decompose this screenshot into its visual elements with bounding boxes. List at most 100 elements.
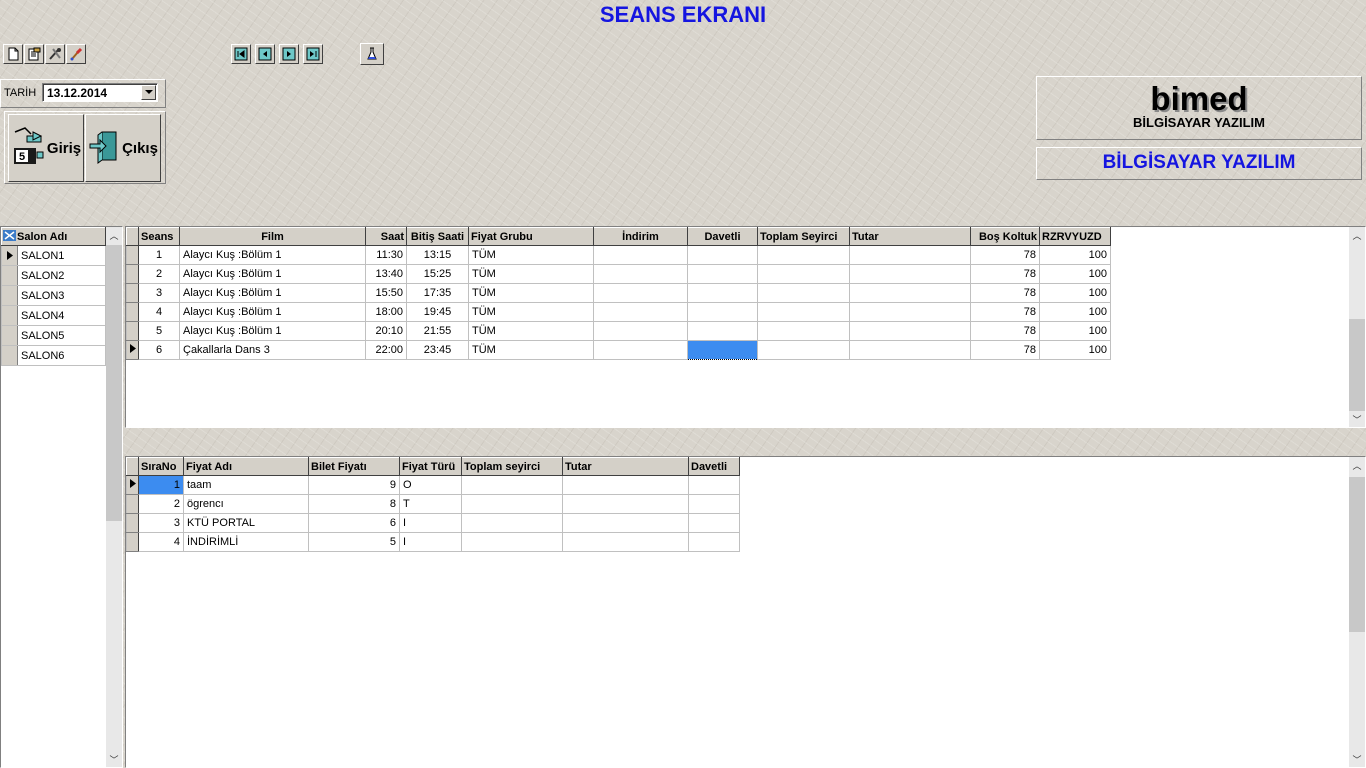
prices-column-header[interactable]: Fiyat Türü [399, 457, 462, 476]
row-indicator[interactable] [126, 283, 139, 303]
sessions-cell[interactable]: 2 [138, 264, 180, 284]
chevron-down-icon[interactable] [141, 85, 156, 100]
table-row[interactable]: 1 Alaycı Kuş :Bölüm 1 11:30 13:15 TÜM 78 100 [126, 245, 1111, 265]
prices-cell[interactable]: I [399, 532, 462, 552]
sessions-cell[interactable] [849, 321, 971, 341]
table-row[interactable]: 4 Alaycı Kuş :Bölüm 1 18:00 19:45 TÜM 78 100 [126, 302, 1111, 322]
prices-cell[interactable]: 2 [138, 494, 184, 514]
sessions-cell[interactable] [593, 245, 688, 265]
salon-row[interactable]: SALON2 [1, 265, 106, 286]
sessions-cell[interactable]: 5 [138, 321, 180, 341]
scroll-thumb[interactable] [1349, 319, 1365, 411]
prices-column-header[interactable]: Bilet Fiyatı [308, 457, 400, 476]
sessions-cell[interactable]: 13:40 [365, 264, 407, 284]
sessions-cell[interactable]: Alaycı Kuş :Bölüm 1 [179, 245, 366, 265]
prices-cell[interactable] [688, 494, 740, 514]
brush-icon[interactable] [66, 44, 86, 64]
scroll-down-icon[interactable]: ﹀ [1349, 411, 1365, 427]
salon-cell[interactable]: SALON5 [1, 325, 106, 346]
entry-button[interactable]: 5 Giriş [8, 114, 84, 182]
sessions-cell[interactable]: Alaycı Kuş :Bölüm 1 [179, 264, 366, 284]
sessions-cell[interactable] [757, 264, 850, 284]
table-row[interactable]: 4 İNDİRİMLİ 5 I [126, 532, 740, 552]
prices-cell[interactable]: 9 [308, 475, 400, 495]
prices-cell[interactable]: O [399, 475, 462, 495]
sessions-column-header[interactable]: Boş Koltuk [970, 227, 1040, 246]
sessions-cell[interactable]: TÜM [468, 302, 594, 322]
sessions-column-header[interactable]: Fiyat Grubu [468, 227, 594, 246]
first-record-icon[interactable] [231, 44, 251, 64]
prices-cell[interactable]: İNDİRİMLİ [183, 532, 309, 552]
prices-column-header[interactable]: Davetli [688, 457, 740, 476]
sessions-cell[interactable]: 23:45 [406, 340, 469, 360]
sessions-column-header[interactable]: Toplam Seyirci [757, 227, 850, 246]
sessions-column-header[interactable]: Bitiş Saati [406, 227, 469, 246]
row-indicator[interactable] [126, 302, 139, 322]
row-indicator[interactable] [126, 321, 139, 341]
sessions-cell[interactable] [593, 302, 688, 322]
sessions-cell[interactable]: 17:35 [406, 283, 469, 303]
sessions-cell[interactable] [849, 283, 971, 303]
scroll-up-icon[interactable]: ︿ [1349, 457, 1365, 473]
prices-column-header[interactable]: Tutar [562, 457, 689, 476]
prices-cell[interactable]: 5 [308, 532, 400, 552]
sessions-cell[interactable]: 100 [1039, 321, 1111, 341]
scroll-down-icon[interactable]: ﹀ [106, 751, 122, 767]
exit-button[interactable]: Çıkış [85, 114, 161, 182]
sessions-cell[interactable]: 100 [1039, 245, 1111, 265]
prices-cell[interactable] [688, 532, 740, 552]
prices-cell[interactable] [461, 513, 563, 533]
row-indicator[interactable] [126, 532, 139, 552]
tools-icon[interactable] [45, 44, 65, 64]
sessions-cell[interactable] [687, 264, 758, 284]
salon-cell[interactable]: SALON3 [1, 285, 106, 306]
sessions-cell[interactable]: 100 [1039, 340, 1111, 360]
prices-cell[interactable] [562, 494, 689, 514]
row-indicator[interactable] [2, 306, 18, 325]
edit-document-icon[interactable] [24, 44, 44, 64]
prices-cell[interactable] [562, 475, 689, 495]
sessions-cell[interactable]: 78 [970, 340, 1040, 360]
sessions-cell[interactable]: 100 [1039, 264, 1111, 284]
sessions-cell[interactable]: 4 [138, 302, 180, 322]
row-indicator[interactable] [2, 326, 18, 345]
sessions-cell[interactable]: 15:25 [406, 264, 469, 284]
table-row[interactable]: 2 Alaycı Kuş :Bölüm 1 13:40 15:25 TÜM 78 100 [126, 264, 1111, 284]
prices-cell[interactable] [688, 475, 740, 495]
sessions-cell[interactable]: TÜM [468, 340, 594, 360]
salon-row[interactable]: SALON4 [1, 305, 106, 326]
scroll-up-icon[interactable]: ︿ [1349, 227, 1365, 243]
salon-cell[interactable]: SALON1 [1, 245, 106, 266]
prices-cell[interactable] [562, 532, 689, 552]
sessions-cell[interactable]: Alaycı Kuş :Bölüm 1 [179, 283, 366, 303]
sessions-cell[interactable] [687, 340, 758, 360]
prices-cell[interactable]: ögrencı [183, 494, 309, 514]
salon-row[interactable]: SALON1 [1, 245, 106, 266]
prices-scrollbar[interactable]: ︿ ﹀ [1349, 457, 1365, 767]
sessions-cell[interactable] [849, 245, 971, 265]
sessions-cell[interactable]: TÜM [468, 245, 594, 265]
table-row[interactable]: 3 KTÜ PORTAL 6 I [126, 513, 740, 533]
flask-icon[interactable] [360, 43, 384, 65]
sessions-cell[interactable]: 78 [970, 245, 1040, 265]
sessions-cell[interactable] [593, 283, 688, 303]
salon-cell[interactable]: SALON4 [1, 305, 106, 326]
salon-cell[interactable]: SALON6 [1, 345, 106, 366]
sessions-cell[interactable] [687, 302, 758, 322]
prices-cell[interactable] [461, 532, 563, 552]
sessions-cell[interactable] [687, 283, 758, 303]
next-record-icon[interactable] [279, 44, 299, 64]
sessions-column-header[interactable]: Saat [365, 227, 407, 246]
prices-cell[interactable]: 1 [138, 475, 184, 495]
row-indicator[interactable] [126, 494, 139, 514]
sessions-cell[interactable]: 11:30 [365, 245, 407, 265]
table-row[interactable]: 2 ögrencı 8 T [126, 494, 740, 514]
sessions-cell[interactable]: TÜM [468, 283, 594, 303]
sessions-cell[interactable]: Alaycı Kuş :Bölüm 1 [179, 302, 366, 322]
prices-cell[interactable]: taam [183, 475, 309, 495]
sessions-cell[interactable] [757, 321, 850, 341]
sessions-cell[interactable]: 100 [1039, 283, 1111, 303]
prices-column-header[interactable]: SıraNo [138, 457, 184, 476]
sessions-cell[interactable] [757, 245, 850, 265]
row-indicator[interactable] [2, 346, 18, 365]
